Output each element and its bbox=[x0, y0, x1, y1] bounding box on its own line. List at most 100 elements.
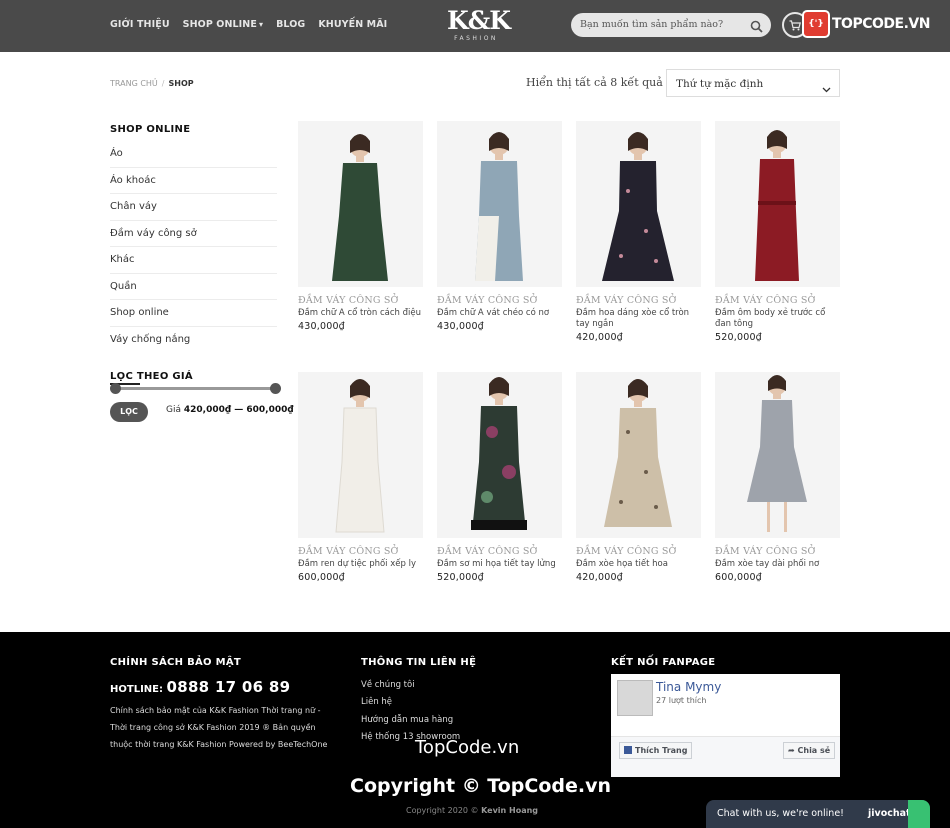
product-name[interactable]: Đầm sơ mi họa tiết tay lửng bbox=[437, 559, 562, 570]
category-item[interactable]: Chân váy bbox=[110, 194, 277, 221]
product-price: 520,000₫ bbox=[437, 572, 484, 583]
product-image[interactable] bbox=[715, 121, 840, 287]
price-range-value: 420,000₫ — 600,000₫ bbox=[183, 405, 294, 415]
category-item[interactable]: Khác bbox=[110, 247, 277, 274]
product-name[interactable]: Đầm xòe họa tiết hoa bbox=[576, 559, 701, 570]
copyright-prefix: Copyright 2020 © bbox=[406, 806, 479, 815]
product-category[interactable]: ĐẦM VÁY CÔNG SỞ bbox=[715, 295, 840, 306]
product-name[interactable]: Đầm chữ A cổ tròn cách điệu bbox=[298, 308, 423, 319]
product-price: 420,000₫ bbox=[576, 572, 623, 583]
fb-header: Tina Mymy 27 lượt thích bbox=[611, 674, 840, 737]
topcode-watermark-1: TopCode.vn bbox=[415, 737, 520, 758]
breadcrumb-home[interactable]: TRANG CHỦ bbox=[110, 79, 158, 88]
product-name[interactable]: Đầm chữ A vát chéo có nơ bbox=[437, 308, 562, 319]
hotline: HOTLINE: 0888 17 06 89 bbox=[110, 678, 290, 696]
dress-shape bbox=[604, 408, 672, 527]
breadcrumb-current: SHOP bbox=[168, 79, 194, 88]
chat-label: Chat with us, we're online! bbox=[717, 808, 844, 819]
policy-title: CHÍNH SÁCH BẢO MẬT bbox=[110, 657, 242, 668]
product-name[interactable]: Đầm ôm body xẻ trước cổ đan tông bbox=[715, 308, 840, 330]
product-card[interactable]: ĐẦM VÁY CÔNG SỞ Đầm ôm body xẻ trước cổ … bbox=[715, 121, 840, 343]
hotline-number[interactable]: 0888 17 06 89 bbox=[166, 678, 290, 696]
search-input[interactable]: Bạn muốn tìm sản phẩm nào? bbox=[571, 13, 771, 37]
product-image[interactable] bbox=[576, 372, 701, 538]
nav-item-blog[interactable]: BLOG bbox=[276, 19, 305, 30]
fb-share-button[interactable]: ➦ Chia sẻ bbox=[783, 742, 836, 759]
logo-subtitle: FASHION bbox=[454, 35, 498, 42]
product-card[interactable]: ĐẦM VÁY CÔNG SỞ Đầm ren dự tiệc phối xếp… bbox=[298, 372, 423, 583]
product-name[interactable]: Đầm ren dự tiệc phối xếp ly bbox=[298, 559, 423, 570]
product-image[interactable] bbox=[576, 121, 701, 287]
fb-like-label: Thích Trang bbox=[635, 746, 688, 755]
price-slider-max-handle[interactable] bbox=[270, 383, 281, 394]
sort-select[interactable]: Thứ tự mặc định bbox=[666, 69, 840, 97]
fb-share-label: Chia sẻ bbox=[797, 746, 831, 755]
facebook-page-widget[interactable]: Tina Mymy 27 lượt thích Thích Trang ➦ Ch… bbox=[611, 674, 840, 777]
product-image[interactable] bbox=[437, 372, 562, 538]
product-category[interactable]: ĐẦM VÁY CÔNG SỞ bbox=[715, 546, 840, 557]
footer-link[interactable]: Hướng dẫn mua hàng bbox=[361, 712, 460, 729]
product-card[interactable]: ĐẦM VÁY CÔNG SỞ Đầm xòe họa tiết hoa 420… bbox=[576, 372, 701, 583]
category-item[interactable]: Shop online bbox=[110, 300, 277, 327]
nav-item-label: SHOP ONLINE bbox=[182, 19, 257, 30]
category-item[interactable]: Váy chống nắng bbox=[110, 327, 277, 354]
category-item[interactable]: Áo khoác bbox=[110, 168, 277, 194]
copyright: Copyright 2020 © Kevin Hoang bbox=[406, 806, 538, 815]
nav-item-gioi-thieu[interactable]: GIỚI THIỆU bbox=[110, 19, 170, 30]
site-logo[interactable]: K&K FASHION bbox=[447, 6, 511, 46]
breadcrumb-separator: / bbox=[161, 79, 165, 88]
topcode-text: TOPCODE.VN bbox=[832, 16, 930, 32]
product-price: 430,000₫ bbox=[437, 321, 484, 332]
search-placeholder: Bạn muốn tìm sản phẩm nào? bbox=[580, 19, 724, 30]
product-image[interactable] bbox=[298, 372, 423, 538]
product-price: 430,000₫ bbox=[298, 321, 345, 332]
product-price: 600,000₫ bbox=[298, 572, 345, 583]
nav-item-shop-online[interactable]: SHOP ONLINE ▾ bbox=[183, 19, 263, 30]
product-card[interactable]: ĐẦM VÁY CÔNG SỞ Đầm xòe tay dài phối nơ … bbox=[715, 372, 840, 583]
filter-button[interactable]: LỌC bbox=[110, 402, 148, 422]
product-price: 600,000₫ bbox=[715, 572, 762, 583]
search-icon[interactable] bbox=[750, 18, 763, 37]
category-item[interactable]: Áo bbox=[110, 141, 277, 168]
footer-link[interactable]: Về chúng tôi bbox=[361, 677, 460, 694]
product-category[interactable]: ĐẦM VÁY CÔNG SỞ bbox=[576, 546, 701, 557]
product-card[interactable]: ĐẦM VÁY CÔNG SỞ Đầm hoa dáng xòe cổ tròn… bbox=[576, 121, 701, 343]
contact-links: Về chúng tôi Liên hệ Hướng dẫn mua hàng … bbox=[361, 677, 460, 746]
product-name[interactable]: Đầm hoa dáng xòe cổ tròn tay ngắn bbox=[576, 308, 701, 330]
dress-shape bbox=[602, 161, 674, 281]
fb-like-button[interactable]: Thích Trang bbox=[619, 742, 693, 759]
nav-item-khuyen-mai[interactable]: KHUYẾN MÃI bbox=[318, 19, 387, 30]
price-slider-track[interactable] bbox=[115, 387, 275, 390]
share-icon: ➦ bbox=[788, 746, 798, 755]
product-image[interactable] bbox=[437, 121, 562, 287]
chat-status-indicator bbox=[908, 800, 930, 828]
product-category[interactable]: ĐẦM VÁY CÔNG SỞ bbox=[298, 295, 423, 306]
product-name[interactable]: Đầm xòe tay dài phối nơ bbox=[715, 559, 840, 570]
product-card[interactable]: ĐẦM VÁY CÔNG SỞ Đầm sơ mi họa tiết tay l… bbox=[437, 372, 562, 583]
product-category[interactable]: ĐẦM VÁY CÔNG SỞ bbox=[437, 546, 562, 557]
site-header: GIỚI THIỆU SHOP ONLINE ▾ BLOG KHUYẾN MÃI … bbox=[0, 0, 950, 52]
fb-avatar[interactable] bbox=[617, 680, 653, 716]
category-item[interactable]: Quần bbox=[110, 274, 277, 300]
product-card[interactable]: ĐẦM VÁY CÔNG SỞ Đầm chữ A vát chéo có nơ… bbox=[437, 121, 562, 332]
policy-text: Chính sách bảo mật của K&K Fashion Thời … bbox=[110, 706, 328, 749]
category-item[interactable]: Đầm váy công sở bbox=[110, 221, 277, 247]
product-card[interactable]: ĐẦM VÁY CÔNG SỞ Đầm chữ A cổ tròn cách đ… bbox=[298, 121, 423, 332]
price-range-text: Giá 420,000₫ — 600,000₫ bbox=[166, 405, 294, 415]
price-slider-min-handle[interactable] bbox=[110, 383, 121, 394]
footer-link[interactable]: Liên hệ bbox=[361, 694, 460, 711]
product-price: 420,000₫ bbox=[576, 332, 623, 343]
product-category[interactable]: ĐẦM VÁY CÔNG SỞ bbox=[576, 295, 701, 306]
product-category[interactable]: ĐẦM VÁY CÔNG SỞ bbox=[437, 295, 562, 306]
sidebar-title: SHOP ONLINE bbox=[110, 124, 191, 135]
dress-shape bbox=[473, 406, 525, 522]
contact-title: THÔNG TIN LIÊN HỆ bbox=[361, 657, 477, 668]
result-count: Hiển thị tất cả 8 kết quả bbox=[526, 76, 663, 89]
product-category[interactable]: ĐẦM VÁY CÔNG SỞ bbox=[298, 546, 423, 557]
fanpage-title: KẾT NỐI FANPAGE bbox=[611, 657, 716, 668]
chat-widget[interactable]: Chat with us, we're online! jivochat bbox=[706, 800, 930, 828]
copyright-name[interactable]: Kevin Hoang bbox=[481, 806, 538, 815]
product-image[interactable] bbox=[298, 121, 423, 287]
fb-page-name[interactable]: Tina Mymy bbox=[656, 680, 721, 694]
product-image[interactable] bbox=[715, 372, 840, 538]
